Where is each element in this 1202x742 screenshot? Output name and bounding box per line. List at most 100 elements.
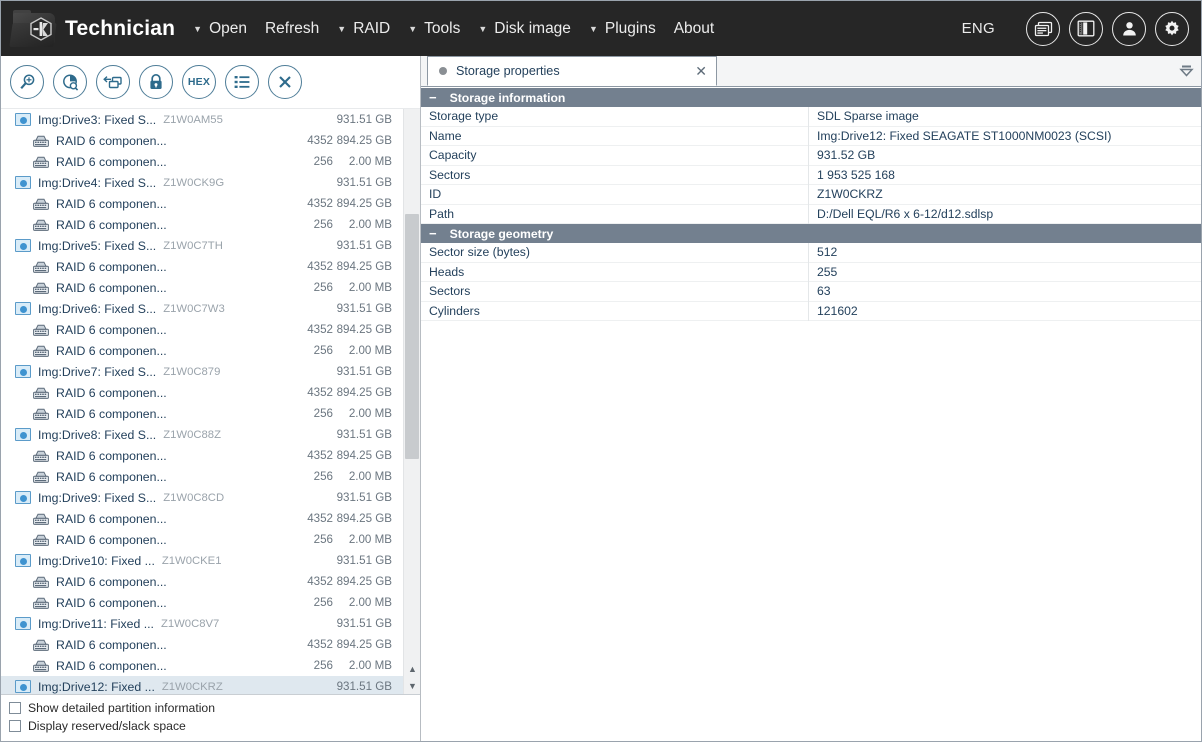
tree-item-label: RAID 6 componen... [56, 343, 167, 358]
properties-section-header[interactable]: − Storage geometry [421, 224, 1201, 243]
menu-about[interactable]: About [674, 20, 715, 38]
scrollbar-thumb[interactable] [405, 214, 419, 459]
gear-icon[interactable] [1155, 11, 1189, 46]
properties-section-title: Storage information [449, 90, 566, 105]
tree-item-size: 931.51 GB [336, 365, 392, 378]
tree-item-drive[interactable]: Img:Drive6: Fixed S... Z1W0C7W3 931.51 GB [1, 298, 403, 319]
property-row[interactable]: ID Z1W0CKRZ [421, 184, 1201, 205]
tree-vertical-scrollbar[interactable]: ▲ ▼ [403, 109, 420, 694]
property-row[interactable]: Path D:/Dell EQL/R6 x 6-12/d12.sdlsp [421, 204, 1201, 224]
tree-item-serial: Z1W0AM55 [163, 113, 223, 126]
tree-item-label: Img:Drive4: Fixed S... [38, 175, 157, 190]
tree-item-count: 4352 [307, 197, 333, 210]
tree-item-drive[interactable]: Img:Drive3: Fixed S... Z1W0AM55 931.51 GB [1, 109, 403, 130]
scroll-down-icon[interactable]: ▼ [404, 677, 420, 694]
tree-item-drive[interactable]: Img:Drive12: Fixed ... Z1W0CKRZ 931.51 GB [1, 676, 403, 694]
chevron-down-icon: ▼ [193, 24, 203, 34]
tree-item-raid-component[interactable]: RAID 6 componen... 256 2.00 MB [1, 466, 403, 487]
storage-tree[interactable]: Img:Drive3: Fixed S... Z1W0AM55 931.51 GB R… [1, 109, 403, 694]
property-row[interactable]: Capacity 931.52 GB [421, 145, 1201, 166]
checkbox-display-reserved-slack-space[interactable]: Display reserved/slack space [9, 717, 420, 735]
user-icon[interactable] [1112, 11, 1146, 46]
tree-item-drive[interactable]: Img:Drive8: Fixed S... Z1W0C88Z 931.51 GB [1, 424, 403, 445]
tree-item-label: Img:Drive10: Fixed ... [38, 553, 155, 568]
tabstrip: Storage properties ✕ [421, 56, 1201, 87]
tree-item-label: RAID 6 componen... [56, 259, 167, 274]
tree-item-drive[interactable]: Img:Drive4: Fixed S... Z1W0CK9G 931.51 GB [1, 172, 403, 193]
menu-disk-image[interactable]: ▼ Disk image [478, 20, 571, 38]
property-key: ID [421, 184, 809, 204]
menu-plugins[interactable]: ▼ Plugins [589, 20, 656, 38]
property-row[interactable]: Sector size (bytes) 512 [421, 242, 1201, 263]
tree-item-size: 894.25 GB [336, 260, 392, 273]
properties-section-header[interactable]: − Storage information [421, 88, 1201, 107]
checkbox-box[interactable] [9, 720, 21, 732]
checkbox-box[interactable] [9, 702, 21, 714]
menu-raid[interactable]: ▼ RAID [337, 20, 390, 38]
tree-item-raid-component[interactable]: RAID 6 componen... 256 2.00 MB [1, 403, 403, 424]
tree-item-raid-component[interactable]: RAID 6 componen... 256 2.00 MB [1, 529, 403, 550]
property-row[interactable]: Name Img:Drive12: Fixed SEAGATE ST1000NM0… [421, 126, 1201, 146]
collapse-minus-icon[interactable]: − [429, 227, 437, 240]
raid-component-icon [33, 471, 49, 483]
list-icon[interactable] [225, 65, 259, 99]
tree-item-raid-component[interactable]: RAID 6 componen... 256 2.00 MB [1, 655, 403, 676]
raid-component-icon [33, 135, 49, 147]
close-icon[interactable]: ✕ [695, 64, 707, 78]
tree-item-raid-component[interactable]: RAID 6 componen... 256 2.00 MB [1, 151, 403, 172]
property-row[interactable]: Heads 255 [421, 262, 1201, 282]
tree-item-raid-component[interactable]: RAID 6 componen... 256 2.00 MB [1, 277, 403, 298]
tree-item-raid-component[interactable]: RAID 6 componen... 4352 894.25 GB [1, 445, 403, 466]
hex-viewer-icon[interactable]: HEX [182, 65, 216, 99]
tree-item-raid-component[interactable]: RAID 6 componen... 256 2.00 MB [1, 592, 403, 613]
close-icon[interactable] [268, 65, 302, 99]
tab-storage-properties[interactable]: Storage properties ✕ [427, 56, 717, 86]
property-row[interactable]: Cylinders 121602 [421, 301, 1201, 321]
windows-icon[interactable] [1026, 11, 1060, 46]
property-value: Z1W0CKRZ [817, 187, 883, 202]
tree-item-raid-component[interactable]: RAID 6 componen... 4352 894.25 GB [1, 571, 403, 592]
tree-item-raid-component[interactable]: RAID 6 componen... 4352 894.25 GB [1, 319, 403, 340]
menu-item-label: Plugins [604, 19, 656, 37]
collapse-minus-icon[interactable]: − [429, 91, 437, 104]
tree-item-raid-component[interactable]: RAID 6 componen... 256 2.00 MB [1, 214, 403, 235]
tree-item-raid-component[interactable]: RAID 6 componen... 4352 894.25 GB [1, 634, 403, 655]
tree-item-count: 4352 [307, 134, 333, 147]
find-icon[interactable] [10, 65, 44, 99]
language-selector[interactable]: ENG [962, 20, 995, 37]
menu-item-label: Disk image [494, 19, 571, 37]
tree-item-count: 4352 [307, 512, 333, 525]
tree-item-drive[interactable]: Img:Drive11: Fixed ... Z1W0C8V7 931.51 GB [1, 613, 403, 634]
collapse-panel-icon[interactable] [1177, 62, 1195, 80]
tree-item-raid-component[interactable]: RAID 6 componen... 4352 894.25 GB [1, 193, 403, 214]
tree-item-raid-component[interactable]: RAID 6 componen... 256 2.00 MB [1, 340, 403, 361]
menu-refresh[interactable]: Refresh [265, 20, 319, 38]
tree-item-drive[interactable]: Img:Drive9: Fixed S... Z1W0C8CD 931.51 GB [1, 487, 403, 508]
menu-item-label: Open [209, 19, 247, 37]
tab-status-dot-icon [439, 67, 447, 75]
tree-item-size: 931.51 GB [336, 239, 392, 252]
tree-item-raid-component[interactable]: RAID 6 componen... 4352 894.25 GB [1, 256, 403, 277]
tree-item-size: 894.25 GB [336, 575, 392, 588]
property-row[interactable]: Sectors 63 [421, 281, 1201, 302]
disk-drive-icon [15, 365, 31, 378]
tree-item-raid-component[interactable]: RAID 6 componen... 4352 894.25 GB [1, 508, 403, 529]
checkbox-show-detailed-partition-information[interactable]: Show detailed partition information [9, 699, 420, 717]
tree-item-raid-component[interactable]: RAID 6 componen... 4352 894.25 GB [1, 382, 403, 403]
tree-item-drive[interactable]: Img:Drive10: Fixed ... Z1W0CKE1 931.51 GB [1, 550, 403, 571]
raid-component-icon [33, 324, 49, 336]
menu-open[interactable]: ▼ Open [193, 20, 247, 38]
lock-icon[interactable] [139, 65, 173, 99]
property-row[interactable]: Sectors 1 953 525 168 [421, 165, 1201, 185]
tree-item-drive[interactable]: Img:Drive7: Fixed S... Z1W0C879 931.51 GB [1, 361, 403, 382]
property-key: Cylinders [421, 301, 809, 321]
clone-icon[interactable] [96, 65, 130, 99]
scroll-up-icon[interactable]: ▲ [404, 660, 420, 677]
menu-tools[interactable]: ▼ Tools [408, 20, 460, 38]
panel-layout-icon[interactable] [1069, 11, 1103, 46]
tree-item-raid-component[interactable]: RAID 6 componen... 4352 894.25 GB [1, 130, 403, 151]
property-row[interactable]: Storage type SDL Sparse image [421, 106, 1201, 127]
disk-analysis-icon[interactable] [53, 65, 87, 99]
tree-item-label: RAID 6 componen... [56, 217, 167, 232]
tree-item-drive[interactable]: Img:Drive5: Fixed S... Z1W0C7TH 931.51 GB [1, 235, 403, 256]
